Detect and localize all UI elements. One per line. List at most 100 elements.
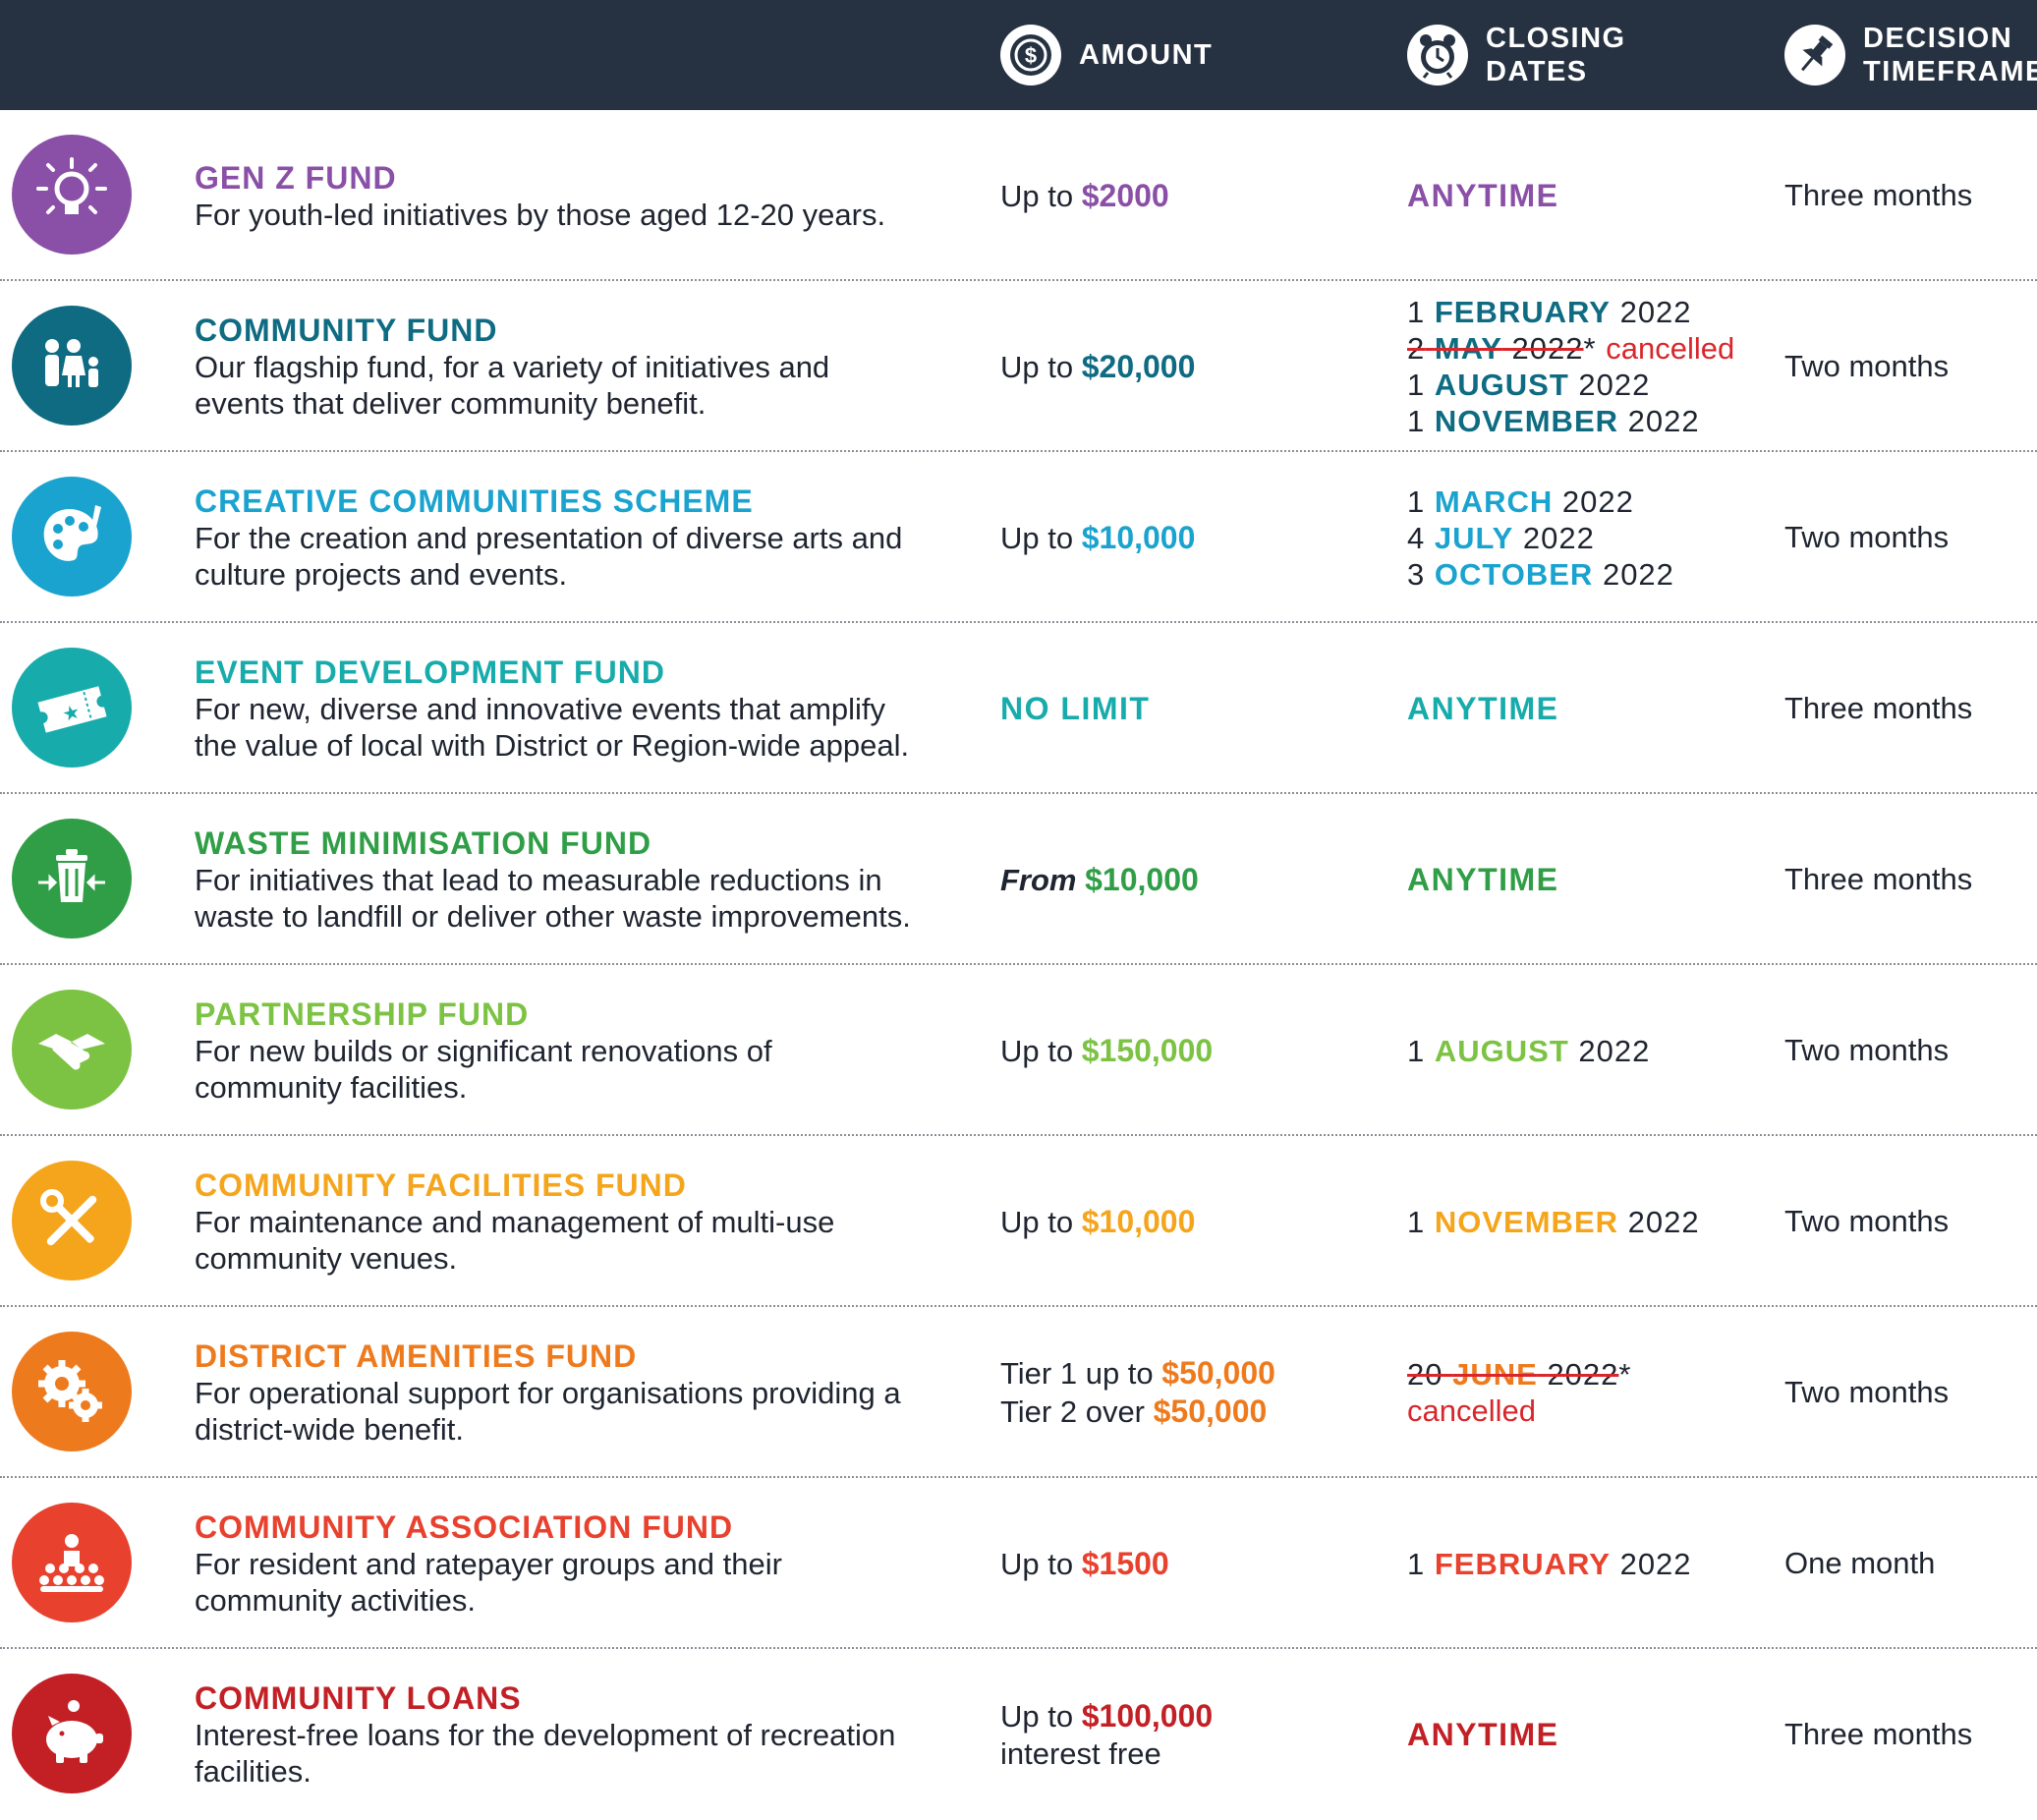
fund-description: For new, diverse and innovative events t… xyxy=(195,692,910,763)
amount-value: $20,000 xyxy=(1081,348,1196,384)
amount-label: AMOUNT xyxy=(1079,39,1214,71)
table-row: CREATIVE COMMUNITIES SCHEME For the creat… xyxy=(0,452,2037,623)
date-month: NOVEMBER xyxy=(1434,1204,1619,1239)
amount-column-header: $ AMOUNT xyxy=(1000,0,1213,110)
date-year: 2022 xyxy=(1602,556,1674,592)
fund-description: For maintenance and management of multi-… xyxy=(195,1205,835,1276)
fund-description: For operational support for organisation… xyxy=(195,1376,901,1447)
piggy-bank-icon xyxy=(12,1674,132,1793)
amount-cell: Tier 1 up to $50,000 Tier 2 over $50,000 xyxy=(1000,1307,1374,1478)
closing-anytime: ANYTIME xyxy=(1407,1716,1559,1752)
amount-prefix: Up to xyxy=(1000,349,1082,384)
amount-value: $150,000 xyxy=(1081,1032,1214,1068)
closing-date: 1 AUGUST 2022 xyxy=(1407,367,1781,403)
fund-cell: COMMUNITY FACILITIES FUND For maintenance… xyxy=(195,1136,922,1307)
date-asterisk: * xyxy=(1583,331,1597,366)
fund-cell: COMMUNITY FUND Our flagship fund, for a v… xyxy=(195,281,922,452)
fund-name: DISTRICT AMENITIES FUND xyxy=(195,1338,638,1374)
table-row: DISTRICT AMENITIES FUND For operational s… xyxy=(0,1307,2037,1478)
decision-cell: Two months xyxy=(1784,1307,2030,1478)
amount-prefix: Up to xyxy=(1000,1204,1082,1239)
decision-timeframe: Three months xyxy=(1784,178,1973,212)
closing-date: 1 NOVEMBER 2022 xyxy=(1407,1204,1781,1240)
decision-timeframe: Two months xyxy=(1784,1375,1950,1409)
closing-anytime: ANYTIME xyxy=(1407,861,1559,897)
decision-timeframe: Two months xyxy=(1784,1033,1950,1067)
table-row: WASTE MINIMISATION FUND For initiatives t… xyxy=(0,794,2037,965)
closing-date: 1 NOVEMBER 2022 xyxy=(1407,403,1781,439)
decision-cell: Two months xyxy=(1784,452,2030,623)
date-month: JUNE xyxy=(1452,1357,1538,1392)
fund-cell: EVENT DEVELOPMENT FUND For new, diverse a… xyxy=(195,623,922,794)
alarm-clock-icon xyxy=(1407,25,1468,85)
decision-cell: Three months xyxy=(1784,794,2030,965)
closing-cell: ANYTIME xyxy=(1407,623,1781,794)
amount-prefix: Up to xyxy=(1000,1698,1082,1734)
decision-timeframe: Two months xyxy=(1784,520,1950,554)
fund-description: Interest-free loans for the development … xyxy=(195,1718,896,1789)
fund-name: EVENT DEVELOPMENT FUND xyxy=(195,654,665,690)
closing-cell: 20 JUNE 2022* cancelled xyxy=(1407,1307,1781,1478)
fund-name: CREATIVE COMMUNITIES SCHEME xyxy=(195,483,754,519)
date-day: 3 xyxy=(1407,556,1426,592)
date-day: 1 xyxy=(1407,1204,1426,1239)
amount-value: $10,000 xyxy=(1085,861,1199,897)
tools-icon xyxy=(12,1161,132,1280)
closing-label-1: CLOSING xyxy=(1486,23,1626,54)
decision-cell: Two months xyxy=(1784,281,2030,452)
fund-description: For new builds or significant renovation… xyxy=(195,1034,772,1105)
fund-name: COMMUNITY FACILITIES FUND xyxy=(195,1167,687,1203)
decision-cell: Three months xyxy=(1784,1649,2030,1820)
fund-cell: COMMUNITY ASSOCIATION FUND For resident a… xyxy=(195,1478,922,1649)
decision-cell: Two months xyxy=(1784,1136,2030,1307)
date-month: AUGUST xyxy=(1434,368,1569,402)
pushpin-icon xyxy=(1784,25,1845,85)
decision-timeframe: One month xyxy=(1784,1546,1936,1580)
amount-value: NO LIMIT xyxy=(1000,691,1151,726)
fund-name: PARTNERSHIP FUND xyxy=(195,996,530,1032)
fund-name: COMMUNITY FUND xyxy=(195,313,498,348)
closing-date: 1 MARCH 2022 xyxy=(1407,483,1781,520)
amount-line: From $10,000 xyxy=(1000,861,1374,899)
amount-cell: Up to $150,000 xyxy=(1000,965,1374,1136)
amount-cell: Up to $1500 xyxy=(1000,1478,1374,1649)
closing-date: 3 OCTOBER 2022 xyxy=(1407,556,1781,593)
closing-anytime: ANYTIME xyxy=(1407,690,1559,726)
amount-cell: Up to $10,000 xyxy=(1000,452,1374,623)
closing-date: 1 AUGUST 2022 xyxy=(1407,1033,1781,1069)
date-month: AUGUST xyxy=(1434,1033,1569,1068)
cancelled-note: cancelled xyxy=(1606,331,1735,366)
date-year: 2022 xyxy=(1627,404,1700,438)
amount-line: Up to $100,000 xyxy=(1000,1697,1374,1735)
decision-timeframe: Two months xyxy=(1784,1204,1950,1238)
trash-bin-icon xyxy=(12,819,132,938)
closing-date: 2 MAY 2022* cancelled xyxy=(1407,330,1781,367)
amount-cell: From $10,000 xyxy=(1000,794,1374,965)
date-year: 2022 xyxy=(1547,1357,1619,1392)
decision-cell: One month xyxy=(1784,1478,2030,1649)
date-day: 4 xyxy=(1407,520,1426,555)
closing-column-header: CLOSING DATES xyxy=(1407,0,1626,110)
table-row: ★ EVENT DEVELOPMENT FUND For new, diverse … xyxy=(0,623,2037,794)
ticket-icon: ★ xyxy=(12,648,132,768)
table-header: $ AMOUNT CLOSING DATES DECISION TIMEFRAM… xyxy=(0,0,2037,110)
closing-cell: 1 NOVEMBER 2022 xyxy=(1407,1136,1781,1307)
fund-description: Our flagship fund, for a variety of init… xyxy=(195,350,830,421)
amount-line: Up to $150,000 xyxy=(1000,1032,1374,1070)
decision-timeframe: Three months xyxy=(1784,862,1973,896)
date-text: 20 JUNE 2022 xyxy=(1407,1357,1618,1392)
date-year: 2022 xyxy=(1627,1204,1700,1239)
amount-prefix: Up to xyxy=(1000,1033,1082,1068)
fund-description: For youth-led initiatives by those aged … xyxy=(195,197,886,232)
fund-name: COMMUNITY LOANS xyxy=(195,1680,522,1716)
closing-cell: ANYTIME xyxy=(1407,110,1781,281)
closing-date: 4 JULY 2022 xyxy=(1407,520,1781,556)
amount-line: Up to $10,000 xyxy=(1000,519,1374,557)
amount-cell: Up to $2000 xyxy=(1000,110,1374,281)
fund-description: For the creation and presentation of div… xyxy=(195,521,903,592)
fund-cell: CREATIVE COMMUNITIES SCHEME For the creat… xyxy=(195,452,922,623)
date-text: 2 MAY 2022 xyxy=(1407,331,1584,366)
fund-cell: DISTRICT AMENITIES FUND For operational s… xyxy=(195,1307,922,1478)
table-row: COMMUNITY FUND Our flagship fund, for a v… xyxy=(0,281,2037,452)
date-month: OCTOBER xyxy=(1434,556,1594,592)
